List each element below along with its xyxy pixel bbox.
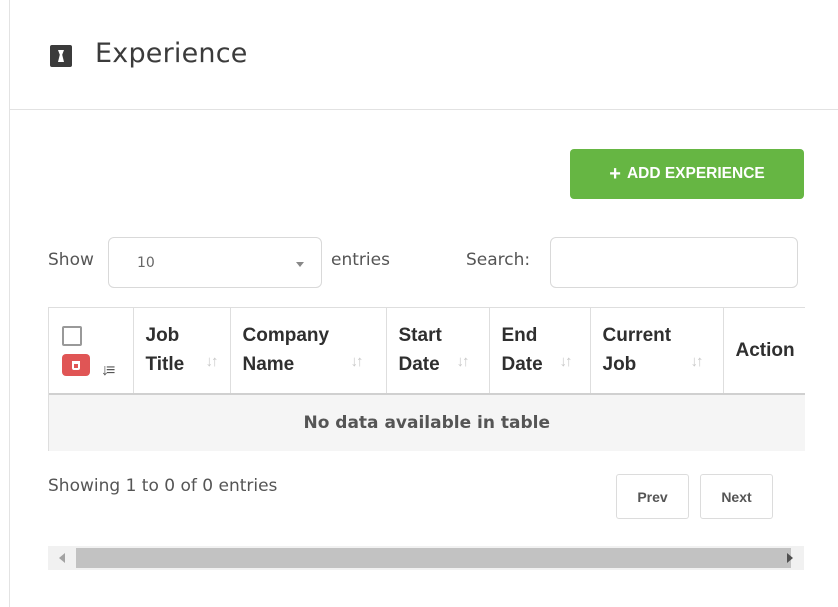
column-header-end-date[interactable]: End Date ↓↑ [489, 307, 591, 395]
prev-page-button[interactable]: Prev [616, 474, 689, 519]
column-header-start-date[interactable]: Start Date ↓↑ [386, 307, 490, 395]
plus-icon: + [609, 163, 621, 185]
sort-icon: ↓↑ [559, 352, 573, 370]
search-label: Search: [466, 250, 531, 270]
next-page-button[interactable]: Next [700, 474, 773, 519]
experience-table-container[interactable]: ↓≡ Job Title ↓↑ Company Name ↓↑ Start Da… [48, 307, 805, 451]
select-all-header: ↓≡ [49, 307, 134, 395]
empty-table-message: No data available in table [49, 393, 805, 451]
sort-icon[interactable]: ↓≡ [101, 356, 115, 385]
panel-header: Experience [10, 0, 838, 110]
horizontal-scrollbar[interactable] [48, 546, 804, 570]
entries-label: entries [331, 250, 390, 270]
entries-length-select[interactable]: 10 [108, 237, 322, 288]
sort-icon: ↓↑ [456, 352, 470, 370]
entries-length-value: 10 [137, 255, 155, 271]
column-header-action: Action [723, 307, 805, 395]
bulk-delete-button[interactable] [62, 354, 90, 376]
table-info: Showing 1 to 0 of 0 entries [48, 476, 278, 496]
add-experience-button[interactable]: + ADD EXPERIENCE [570, 149, 804, 199]
search-input[interactable] [550, 237, 798, 288]
column-header-company-name[interactable]: Company Name ↓↑ [230, 307, 387, 395]
add-experience-label: ADD EXPERIENCE [626, 165, 765, 182]
table-row: No data available in table [49, 393, 805, 451]
tie-icon [50, 45, 72, 67]
show-label: Show [48, 250, 94, 270]
sort-icon: ↓↑ [205, 352, 219, 370]
sort-icon: ↓↑ [350, 352, 364, 370]
scroll-left-arrow-icon[interactable] [59, 553, 65, 563]
scroll-right-arrow-icon[interactable] [787, 553, 793, 563]
column-header-job-title[interactable]: Job Title ↓↑ [133, 307, 231, 395]
trash-icon [72, 360, 80, 370]
caret-down-icon [296, 262, 304, 267]
scrollbar-thumb[interactable] [76, 548, 791, 568]
experience-table: ↓≡ Job Title ↓↑ Company Name ↓↑ Start Da… [49, 307, 805, 451]
page-title: Experience [95, 38, 248, 69]
column-header-current-job[interactable]: Current Job ↓↑ [590, 307, 724, 395]
select-all-checkbox[interactable] [62, 326, 82, 346]
sort-icon: ↓↑ [690, 352, 704, 370]
